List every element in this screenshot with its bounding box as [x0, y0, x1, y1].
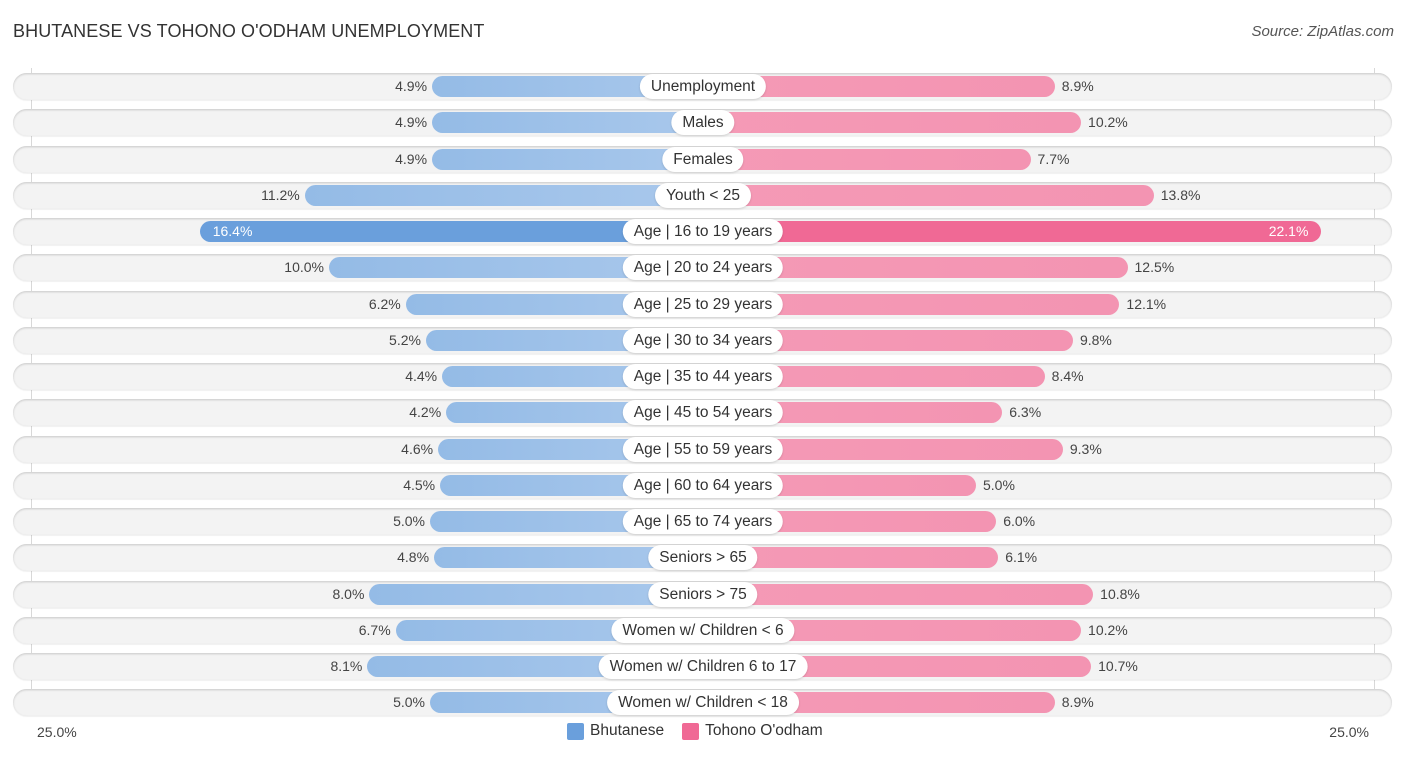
value-label-tohono-oodham: 10.2%	[1088, 114, 1128, 131]
value-label-bhutanese: 5.0%	[393, 694, 425, 711]
axis-label-right: 25.0%	[1329, 724, 1369, 740]
category-label: Females	[662, 146, 744, 172]
category-label: Age | 45 to 54 years	[622, 400, 784, 426]
value-label-bhutanese: 4.2%	[409, 404, 442, 421]
value-label-tohono-oodham: 22.1%	[1268, 223, 1309, 239]
category-label: Age | 20 to 24 years	[622, 255, 784, 281]
category-label: Age | 25 to 29 years	[622, 291, 784, 317]
value-label-tohono-oodham: 9.8%	[1079, 331, 1112, 348]
category-label: Youth < 25	[655, 182, 751, 208]
value-label-bhutanese: 8.0%	[332, 585, 365, 602]
axis-label-left: 25.0%	[37, 724, 77, 740]
category-label: Age | 16 to 19 years	[622, 219, 784, 244]
value-label-bhutanese: 4.9%	[395, 114, 428, 131]
category-label: Women w/ Children 6 to 17	[598, 654, 808, 679]
value-label-tohono-oodham: 10.8%	[1100, 585, 1140, 602]
legend-label-tohono-oodham: Tohono O'odham	[705, 722, 823, 739]
category-label: Women w/ Children < 18	[607, 690, 799, 716]
category-label: Males	[671, 110, 735, 136]
category-label: Seniors > 75	[648, 581, 758, 607]
legend-item-tohono-oodham[interactable]: Tohono O'odham	[682, 722, 823, 740]
value-label-tohono-oodham: 8.9%	[1061, 78, 1094, 94]
value-label-bhutanese: 4.6%	[401, 440, 434, 457]
value-label-bhutanese: 6.2%	[368, 295, 401, 312]
value-label-tohono-oodham: 10.7%	[1098, 658, 1138, 674]
category-label: Unemployment	[639, 74, 767, 99]
bar-tohono-oodham[interactable]	[703, 112, 1082, 134]
category-label: Age | 60 to 64 years	[622, 472, 784, 498]
value-label-bhutanese: 4.4%	[405, 368, 438, 384]
value-label-tohono-oodham: 13.8%	[1160, 186, 1201, 203]
value-label-tohono-oodham: 12.1%	[1126, 295, 1167, 312]
value-label-bhutanese: 4.8%	[397, 549, 430, 566]
value-label-bhutanese: 4.9%	[395, 150, 428, 167]
diverging-bar-chart: 4.9% 8.9% Unemployment 4.9% 10.2% Males 4.9% 7.…	[0, 0, 1406, 757]
category-label: Seniors > 65	[648, 545, 758, 571]
value-label-tohono-oodham: 12.5%	[1134, 259, 1175, 276]
value-label-tohono-oodham: 6.0%	[1003, 513, 1036, 529]
value-label-tohono-oodham: 8.9%	[1061, 694, 1094, 711]
value-label-tohono-oodham: 7.7%	[1037, 150, 1070, 167]
bar-tohono-oodham[interactable]	[703, 148, 1031, 170]
category-label: Age | 30 to 34 years	[622, 327, 784, 353]
legend-swatch-tohono-oodham	[682, 722, 700, 740]
value-label-tohono-oodham: 10.2%	[1088, 621, 1128, 638]
category-label: Age | 35 to 44 years	[622, 364, 784, 389]
value-label-bhutanese: 5.0%	[393, 513, 425, 529]
value-label-bhutanese: 5.2%	[389, 331, 421, 348]
category-label: Women w/ Children < 6	[611, 617, 795, 643]
legend-swatch-bhutanese	[567, 722, 584, 740]
legend: Bhutanese Tohono O'odham	[567, 722, 835, 740]
value-label-bhutanese: 4.9%	[395, 78, 428, 94]
bar-tohono-oodham[interactable]	[703, 221, 1322, 242]
value-label-tohono-oodham: 8.4%	[1051, 368, 1084, 384]
legend-label-bhutanese: Bhutanese	[590, 722, 665, 739]
category-label: Age | 65 to 74 years	[622, 509, 784, 534]
bar-tohono-oodham[interactable]	[703, 583, 1094, 605]
bar-bhutanese[interactable]	[304, 184, 703, 206]
bar-bhutanese[interactable]	[432, 112, 703, 134]
value-label-bhutanese: 11.2%	[261, 186, 300, 203]
value-label-tohono-oodham: 6.1%	[1005, 549, 1038, 566]
bar-tohono-oodham[interactable]	[703, 184, 1154, 206]
value-label-bhutanese: 4.5%	[403, 476, 436, 493]
legend-item-bhutanese[interactable]: Bhutanese	[567, 722, 664, 740]
value-label-tohono-oodham: 9.3%	[1069, 440, 1102, 457]
category-label: Age | 55 to 59 years	[622, 436, 784, 462]
value-label-bhutanese: 16.4%	[212, 223, 253, 239]
value-label-tohono-oodham: 5.0%	[983, 476, 1015, 493]
value-label-bhutanese: 6.7%	[358, 621, 391, 638]
value-label-bhutanese: 10.0%	[284, 259, 324, 276]
value-label-tohono-oodham: 6.3%	[1009, 404, 1042, 421]
value-label-bhutanese: 8.1%	[330, 658, 363, 674]
